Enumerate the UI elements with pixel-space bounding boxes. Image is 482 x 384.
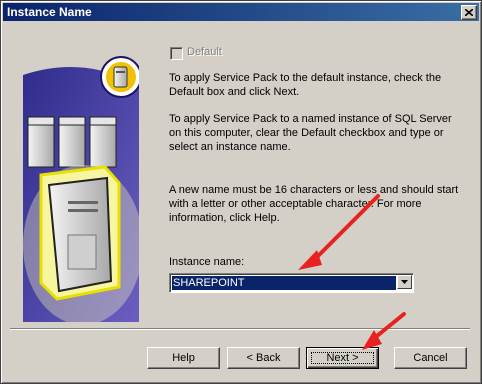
instance-name-label: Instance name:	[169, 256, 245, 268]
next-button[interactable]: Next >	[306, 347, 379, 369]
default-checkbox-label: Default	[187, 46, 222, 58]
server-icon	[113, 66, 128, 88]
close-button[interactable]	[461, 5, 477, 20]
instance-name-combobox[interactable]: SHAREPOINT	[169, 273, 414, 293]
close-icon	[465, 9, 473, 16]
focus-rectangle	[311, 352, 374, 364]
chevron-down-icon	[401, 280, 408, 284]
server-illustration	[23, 45, 139, 322]
window-title: Instance Name	[7, 5, 92, 19]
button-separator	[10, 328, 470, 330]
title-bar[interactable]: Instance Name	[3, 3, 479, 21]
help-button[interactable]: Help	[147, 347, 220, 369]
default-checkbox[interactable]	[170, 47, 183, 60]
instance-dropdown-button[interactable]	[397, 275, 412, 289]
name-rules-instructions: A new name must be 16 characters or less…	[169, 184, 459, 224]
instance-name-value[interactable]: SHAREPOINT	[172, 276, 396, 290]
back-button[interactable]: < Back	[227, 347, 300, 369]
default-instance-instructions: To apply Service Pack to the default ins…	[169, 72, 442, 98]
cancel-button[interactable]: Cancel	[394, 347, 467, 369]
named-instance-instructions: To apply Service Pack to a named instanc…	[169, 113, 452, 153]
